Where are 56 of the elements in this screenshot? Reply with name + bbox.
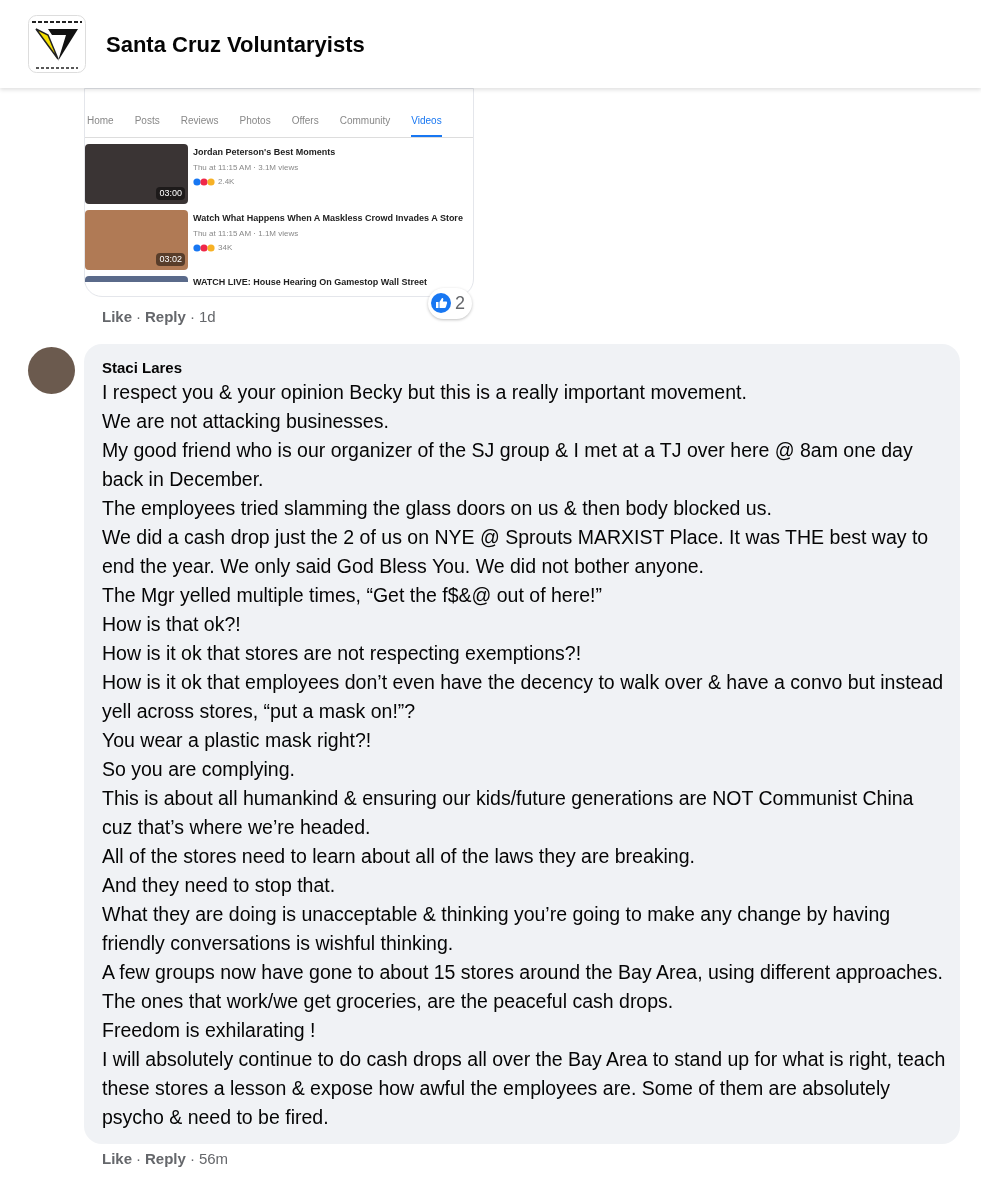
comment-text: What they are doing is unacceptable & thinking you’re going to make any change by having friendly conversations is wishful thinking. — [102, 902, 892, 956]
reply-link[interactable]: Reply — [145, 1148, 186, 1171]
separator-dot: · — [189, 1149, 195, 1169]
separator-dot: · — [136, 1149, 141, 1169]
page-tab[interactable]: Photos — [239, 106, 271, 137]
avatar[interactable] — [28, 347, 75, 394]
separator-dot: · — [136, 306, 141, 327]
reaction-count: 2.4K — [218, 175, 235, 188]
reactions-icon — [193, 243, 215, 252]
page-tab[interactable]: Home — [87, 106, 114, 137]
reaction-count: 34K — [218, 241, 233, 254]
comment-text: The employees tried slamming the glass doors on us & then body blocked us. — [102, 496, 773, 521]
video-title[interactable]: WATCH LIVE: House Hearing On Gamestop Wall Street — [193, 276, 428, 290]
separator-dot: · — [189, 306, 195, 327]
page-tab[interactable]: Videos — [411, 106, 442, 137]
comment-time: 56m — [198, 1149, 229, 1169]
comment-text: I respect you & your opinion Becky but this is a really important movement. — [102, 380, 748, 405]
comment-text: A few groups now have gone to about 15 stores around the Bay Area, using different approaches. — [102, 960, 944, 985]
comment-text: All of the stores need to learn about all of the laws they are breaking. — [102, 844, 696, 869]
comment-text: I will absolutely continue to do cash drops all over the Bay Area to stand up for what is right, teach these stores a lesson & expose how awful the employees are. Some of them are absolutely psycho & need to be fired. — [102, 1047, 946, 1130]
comment-text: So you are complying. — [102, 757, 296, 782]
group-logo-icon — [28, 15, 86, 73]
video-title[interactable]: Jordan Peterson's Best Moments — [193, 146, 336, 160]
comment-text: And they need to stop that. — [102, 873, 337, 898]
video-meta: Thu at 11:15 AM · 1.1M views — [193, 227, 300, 240]
video-thumbnail[interactable] — [85, 276, 188, 282]
comment-author[interactable]: Staci Lares — [102, 358, 946, 378]
page-tab[interactable]: Offers — [291, 106, 319, 137]
comment-text: How is that ok?! — [102, 612, 242, 637]
comment-time: 1d — [198, 306, 216, 327]
reply-link[interactable]: Reply — [145, 305, 186, 328]
comment-text: Freedom is exhilarating ! — [102, 1018, 317, 1043]
video-title[interactable]: Watch What Happens When A Maskless Crowd Invades A Store — [193, 212, 463, 226]
comment-text: How is it ok that employees don’t even have the decency to walk over & have a convo but instead yell across stores, “put a mask on!”? — [102, 670, 945, 724]
comment-text: We are not attacking businesses. — [102, 409, 390, 434]
comment-text: My good friend who is our organizer of the SJ group & I met at a TJ over here @ 8am one day back in December. — [102, 438, 914, 492]
page-tab[interactable]: Reviews — [180, 106, 219, 137]
comment-text: The Mgr yelled multiple times, “Get the f$&@ out of here!” — [102, 583, 603, 608]
video-thumbnail[interactable]: 03:00 — [85, 144, 188, 204]
like-link[interactable]: Like — [102, 305, 132, 328]
reactions-icon — [193, 177, 215, 186]
video-duration: 03:02 — [156, 252, 185, 266]
comment-text: You wear a plastic mask right?! — [102, 728, 373, 753]
group-name[interactable]: Santa Cruz Voluntaryists — [106, 27, 365, 61]
video-duration: 03:00 — [156, 186, 185, 200]
comment-text: The ones that work/we get groceries, are the peaceful cash drops. — [102, 989, 675, 1014]
comment-text: How is it ok that stores are not respecting exemptions?! — [102, 641, 583, 666]
video-meta: Thu at 11:15 AM · 3.1M views — [193, 161, 300, 174]
page-tab[interactable]: Posts — [134, 106, 160, 137]
comment-text: We did a cash drop just the 2 of us on NYE @ Sprouts MARXIST Place. It was THE best way to end the year. We only said God Bless You. We did not bother anyone. — [102, 525, 930, 579]
like-icon — [431, 293, 451, 313]
like-link[interactable]: Like — [102, 1148, 132, 1171]
video-thumbnail[interactable]: 03:02 — [85, 210, 188, 270]
comment-text: This is about all humankind & ensuring our kids/future generations are NOT Communist China cuz that’s where we’re headed. — [102, 786, 915, 840]
page-tab[interactable]: Community — [339, 106, 391, 137]
reaction-count: 2 — [455, 291, 465, 315]
